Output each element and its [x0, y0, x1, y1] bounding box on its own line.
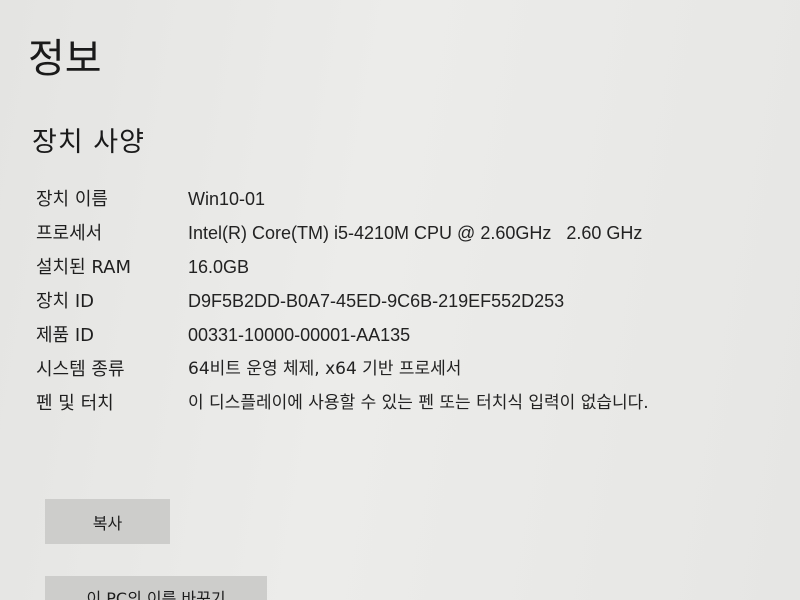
- spec-value-pen-touch: 이 디스플레이에 사용할 수 있는 펜 또는 터치식 입력이 없습니다.: [188, 393, 649, 413]
- spec-row-system-type: 시스템 종류 64비트 운영 체제, x64 기반 프로세서: [36, 356, 676, 383]
- spec-value-device-name: Win10-01: [188, 189, 266, 209]
- spec-row-processor: 프로세서 Intel(R) Core(TM) i5-4210M CPU @ 2.…: [36, 220, 676, 247]
- spec-value-processor: Intel(R) Core(TM) i5-4210M CPU @ 2.60GHz…: [188, 223, 643, 243]
- spec-label: 프로세서: [36, 223, 103, 244]
- spec-row-ram: 설치된 RAM 16.0GB: [36, 254, 676, 281]
- device-specs-table: 장치 이름 Win10-01 프로세서 Intel(R) Core(TM) i5…: [36, 186, 676, 424]
- device-specs-heading: 장치 사양: [32, 127, 145, 158]
- spec-value-ram: 16.0GB: [188, 257, 250, 277]
- spec-value-system-type: 64비트 운영 체제, x64 기반 프로세서: [188, 359, 462, 379]
- spec-label: 시스템 종류: [36, 359, 125, 380]
- page-title: 정보: [28, 36, 102, 82]
- spec-row-product-id: 제품 ID 00331-10000-00001-AA135: [36, 322, 676, 349]
- rename-pc-button[interactable]: 이 PC의 이름 바꾸기: [45, 576, 267, 600]
- spec-value-device-id: D9F5B2DD-B0A7-45ED-9C6B-219EF552D253: [188, 291, 565, 311]
- spec-label: 펜 및 터치: [36, 393, 114, 414]
- spec-row-device-name: 장치 이름 Win10-01: [36, 186, 676, 213]
- spec-row-pen-touch: 펜 및 터치 이 디스플레이에 사용할 수 있는 펜 또는 터치식 입력이 없습…: [36, 390, 676, 417]
- spec-label: 장치 ID: [36, 291, 95, 312]
- spec-label: 제품 ID: [36, 325, 95, 346]
- spec-label: 설치된 RAM: [36, 257, 132, 278]
- spec-value-product-id: 00331-10000-00001-AA135: [188, 325, 411, 345]
- copy-button[interactable]: 복사: [45, 499, 170, 544]
- spec-row-device-id: 장치 ID D9F5B2DD-B0A7-45ED-9C6B-219EF552D2…: [36, 288, 676, 315]
- spec-label: 장치 이름: [36, 189, 108, 210]
